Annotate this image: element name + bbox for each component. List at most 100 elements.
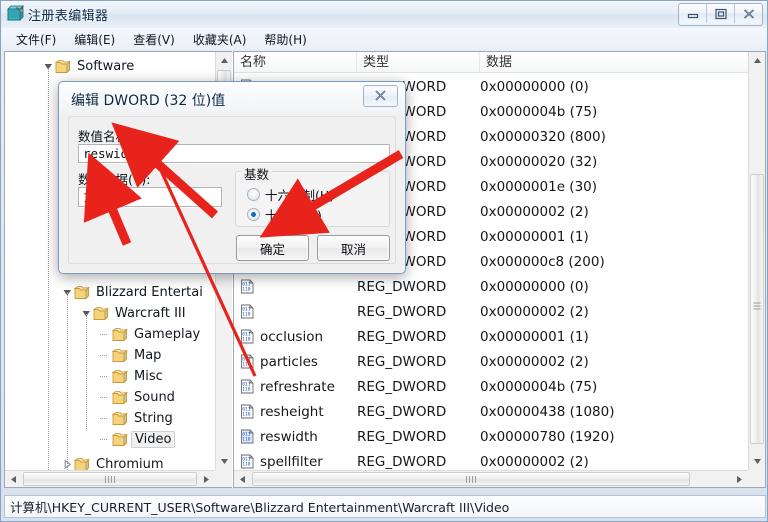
tree-indent-spacer	[100, 413, 111, 424]
value-data: 0x00000002 (2)	[480, 303, 589, 320]
cell-data: 0x00000000 (0)	[480, 74, 589, 99]
value-name: resheight	[260, 403, 324, 420]
edit-dword-dialog[interactable]: 编辑 DWORD (32 位)值 数值名称(N): reswidth 数值数据(…	[58, 81, 406, 274]
cell-name: 011 110 resheight	[240, 399, 324, 424]
value-data: 0x00000000 (0)	[480, 278, 589, 295]
value-name: particles	[260, 353, 318, 370]
value-type: REG_DWORD	[357, 278, 447, 295]
cell-data: 0x00000002 (2)	[480, 199, 589, 224]
tree-item-string[interactable]: String	[100, 408, 176, 429]
registry-editor-window: 注册表编辑器 文件(F) 编辑(E) 查看(V) 收藏夹(A) 帮助(H) So…	[0, 0, 768, 522]
cell-type: REG_DWORD	[357, 324, 446, 349]
values-scroll-right-button[interactable]	[731, 471, 748, 487]
tree-scroll-down-button[interactable]	[216, 453, 232, 470]
tree-indent-spacer	[100, 392, 111, 403]
column-header-type[interactable]: 类型	[357, 52, 480, 73]
cancel-button[interactable]: 取消	[317, 235, 390, 261]
dword-value-icon: 011110	[240, 454, 255, 469]
value-data-label: 数值数据(V):	[78, 172, 151, 187]
dword-value-icon: 011110	[240, 404, 255, 419]
values-scroll-left-button[interactable]	[234, 471, 251, 487]
radio-decimal[interactable]: 十进制(D)	[247, 205, 322, 224]
registry-editor-icon	[6, 5, 24, 23]
table-row[interactable]: 011 110 particles REG_DWORD 0x00000002 (2)	[234, 349, 765, 374]
values-scroll-down-button[interactable]	[749, 453, 765, 470]
tree-item-blizzard-entertai[interactable]: Blizzard Entertai	[62, 282, 206, 303]
column-header-name[interactable]: 名称	[234, 52, 357, 73]
values-vertical-scrollbar[interactable]	[748, 52, 765, 470]
dword-value-icon: 011110	[240, 329, 255, 344]
tree-item-label: Blizzard Entertai	[96, 285, 203, 300]
tree-scroll-corner	[215, 470, 232, 487]
values-scroll-up-button[interactable]	[749, 52, 765, 69]
values-header: 名称 类型 数据	[234, 52, 765, 73]
tree-scroll-left-button[interactable]	[5, 471, 22, 487]
cell-data: 0x00000002 (2)	[480, 349, 589, 374]
grip-icon	[753, 302, 761, 316]
value-type: REG_DWORD	[357, 328, 447, 345]
menu-view[interactable]: 查看(V)	[124, 29, 184, 50]
tree-item-software[interactable]: Software	[43, 56, 137, 77]
menu-favorites[interactable]: 收藏夹(A)	[184, 29, 256, 50]
tree-item-label: Gameplay	[134, 327, 201, 342]
window-title: 注册表编辑器	[28, 9, 109, 24]
tree-item-video[interactable]: Video	[100, 429, 176, 450]
table-row[interactable]: 011 110 reswidth REG_DWORD 0x00000780 (1920)	[234, 424, 765, 449]
dialog-close-button[interactable]	[363, 85, 398, 107]
table-row[interactable]: 011110 REG_DWORD 0x00000002 (2)	[234, 299, 765, 324]
tree-item-warcraft-iii[interactable]: Warcraft III	[81, 303, 189, 324]
menu-edit[interactable]: 编辑(E)	[65, 29, 124, 50]
tree-item-label: Warcraft III	[115, 306, 186, 321]
cell-name: 011110	[240, 299, 260, 324]
tree-item-gameplay[interactable]: Gameplay	[100, 324, 203, 345]
tree-item-misc[interactable]: Misc	[100, 366, 166, 387]
tree-indent-spacer	[100, 350, 111, 361]
close-button[interactable]	[735, 4, 762, 23]
cell-name: 011 110 refreshrate	[240, 374, 335, 399]
tree-item-sound[interactable]: Sound	[100, 387, 178, 408]
menu-file[interactable]: 文件(F)	[7, 29, 65, 50]
value-data-input[interactable]: 1920	[78, 187, 222, 207]
ok-button[interactable]: 确定	[236, 235, 309, 261]
table-row[interactable]: 011 110 resheight REG_DWORD 0x00000438 (1080…	[234, 399, 765, 424]
tree-horizontal-scrollbar[interactable]	[5, 470, 215, 487]
radio-decimal-label: 十进制(D)	[265, 208, 322, 223]
values-hscroll-thumb[interactable]	[252, 472, 690, 486]
value-data: 0x0000001e (30)	[480, 178, 598, 195]
cell-data: 0x0000004b (75)	[480, 374, 597, 399]
minimize-button[interactable]	[679, 4, 707, 23]
table-row[interactable]: 011 110 occlusion REG_DWORD 0x00000001 (1)	[234, 324, 765, 349]
value-data: 0x0000004b (75)	[480, 103, 598, 120]
values-horizontal-scrollbar[interactable]	[234, 470, 748, 487]
value-data: 0x00000020 (32)	[480, 153, 598, 170]
folder-icon	[54, 59, 71, 74]
tree-item-map[interactable]: Map	[100, 345, 164, 366]
tree-scroll-right-button[interactable]	[198, 471, 215, 487]
value-data: 0x00000320 (800)	[480, 128, 606, 145]
svg-text:110: 110	[242, 311, 251, 317]
tree-item-label: Video	[131, 431, 176, 448]
menu-bar: 文件(F) 编辑(E) 查看(V) 收藏夹(A) 帮助(H)	[1, 28, 767, 50]
tree-hscroll-thumb[interactable]	[23, 472, 197, 486]
radio-hexadecimal-indicator[interactable]	[247, 188, 260, 201]
value-type: REG_DWORD	[357, 378, 447, 395]
value-type: REG_DWORD	[357, 303, 447, 320]
radio-hexadecimal[interactable]: 十六进制(H)	[247, 185, 334, 204]
radio-decimal-indicator[interactable]	[247, 208, 260, 221]
folder-icon	[111, 348, 128, 363]
dword-value-icon: 011110	[240, 304, 255, 319]
table-row[interactable]: 011110 REG_DWORD 0x00000000 (0)	[234, 274, 765, 299]
cell-data: 0x0000004b (75)	[480, 99, 597, 124]
svg-text:110: 110	[242, 386, 251, 392]
table-row[interactable]: 011 110 refreshrate REG_DWORD 0x0000004b (75…	[234, 374, 765, 399]
column-header-data[interactable]: 数据	[480, 52, 750, 73]
maximize-button[interactable]	[707, 4, 735, 23]
value-name-label: 数值名称(N):	[78, 129, 152, 144]
value-data: 0x00000438 (1080)	[480, 403, 615, 420]
value-data: 0x00000780 (1920)	[480, 428, 615, 445]
value-name-input[interactable]: reswidth	[78, 144, 390, 163]
menu-help[interactable]: 帮助(H)	[255, 29, 315, 50]
values-scroll-thumb[interactable]	[750, 174, 764, 444]
tree-scroll-up-button[interactable]	[216, 52, 232, 69]
value-name: occlusion	[260, 328, 324, 345]
